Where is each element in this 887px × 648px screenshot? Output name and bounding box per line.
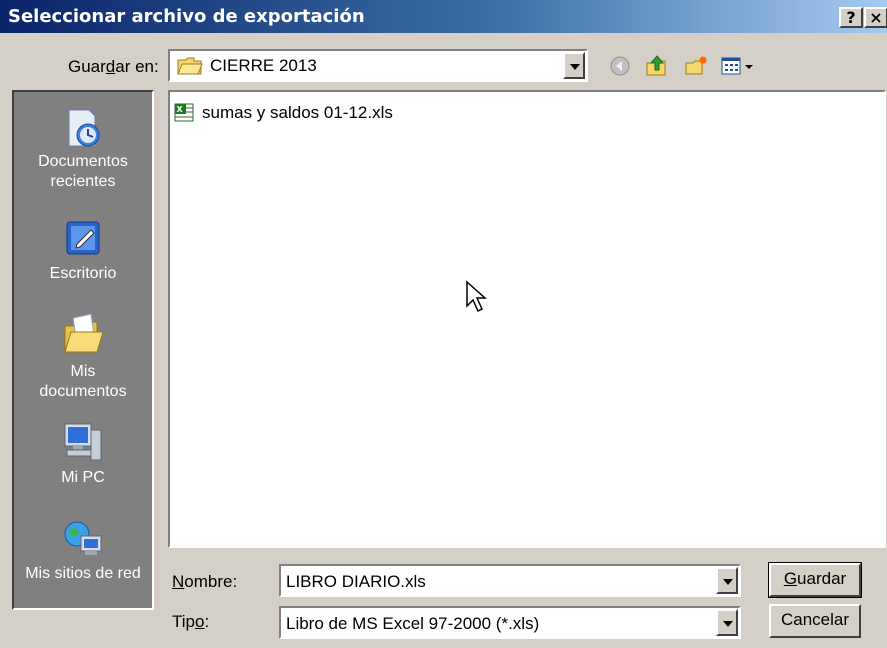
window-title: Seleccionar archivo de exportación — [8, 6, 365, 27]
file-name-input[interactable]: LIBRO DIARIO.xls — [279, 564, 741, 597]
place-recent-documents[interactable]: Documentos recientes — [14, 106, 152, 192]
mouse-pointer-icon — [466, 280, 487, 313]
save-in-label: Guardar en: — [68, 57, 159, 76]
save-in-dropdown-button[interactable] — [563, 52, 585, 79]
excel-file-icon: X — [174, 103, 194, 122]
place-my-computer[interactable]: Mi PC — [14, 420, 152, 488]
file-list[interactable]: X sumas y saldos 01-12.xls — [168, 90, 886, 548]
place-my-documents[interactable]: Mis documentos — [14, 312, 152, 402]
help-button[interactable]: ? — [839, 7, 863, 28]
file-name-label: Nombre: — [172, 572, 238, 591]
up-folder-icon[interactable] — [645, 54, 669, 78]
file-type-label: Tipo: — [172, 612, 210, 631]
current-folder: CIERRE 2013 — [210, 56, 317, 75]
view-menu-icon[interactable] — [720, 54, 756, 78]
cancel-button[interactable]: Cancelar — [769, 604, 861, 638]
folder-icon — [177, 57, 203, 75]
file-name-dropdown-button[interactable] — [716, 567, 738, 594]
save-in-combo[interactable]: CIERRE 2013 — [168, 49, 588, 82]
new-folder-icon[interactable] — [684, 54, 708, 78]
recent-documents-icon — [68, 109, 100, 147]
close-button[interactable]: × — [864, 7, 887, 28]
file-type-dropdown-button[interactable] — [716, 609, 738, 636]
my-documents-icon — [64, 313, 104, 353]
place-network-places[interactable]: Mis sitios de red — [14, 518, 152, 584]
network-places-icon — [64, 521, 102, 555]
back-icon[interactable] — [608, 54, 632, 78]
place-desktop[interactable]: Escritorio — [14, 218, 152, 284]
file-type-value: Libro de MS Excel 97-2000 (*.xls) — [286, 614, 540, 633]
my-computer-icon — [64, 423, 102, 461]
places-bar: Documentos recientes Escritorio Mis docu… — [12, 90, 154, 610]
svg-text:X: X — [177, 105, 184, 114]
save-button[interactable]: Guardar — [768, 562, 862, 598]
file-name-value: LIBRO DIARIO.xls — [286, 572, 426, 591]
file-type-select[interactable]: Libro de MS Excel 97-2000 (*.xls) — [279, 606, 741, 639]
desktop-icon — [66, 221, 100, 255]
title-bar[interactable]: Seleccionar archivo de exportación ? × — [0, 0, 887, 33]
